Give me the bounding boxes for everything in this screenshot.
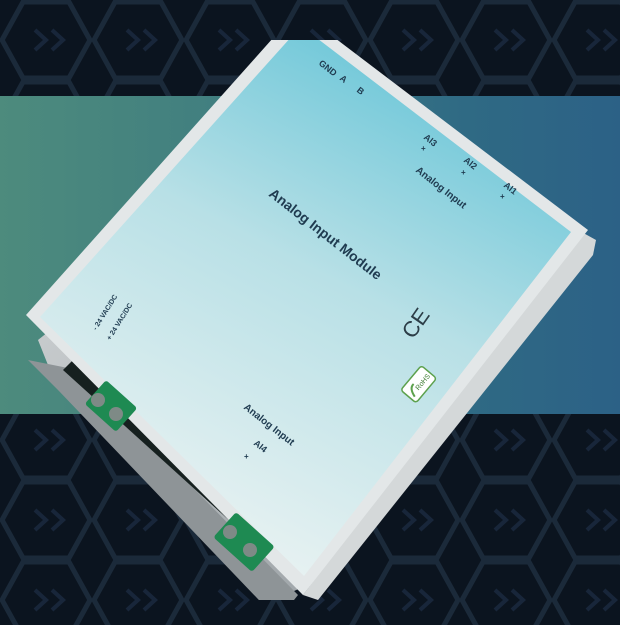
ai4-plus-mark: +	[244, 452, 249, 461]
device-body: CE RoHS	[26, 40, 596, 600]
front-label-panel	[40, 40, 571, 576]
ai3-plus-mark: +	[421, 144, 426, 153]
ai2-plus-mark: +	[461, 168, 466, 177]
analog-input-module-device: CE RoHS Analog Input Module GND A B AI3 …	[18, 40, 603, 600]
ai1-plus-mark: +	[500, 192, 505, 201]
product-scene: CE RoHS Analog Input Module GND A B AI3 …	[0, 0, 620, 625]
